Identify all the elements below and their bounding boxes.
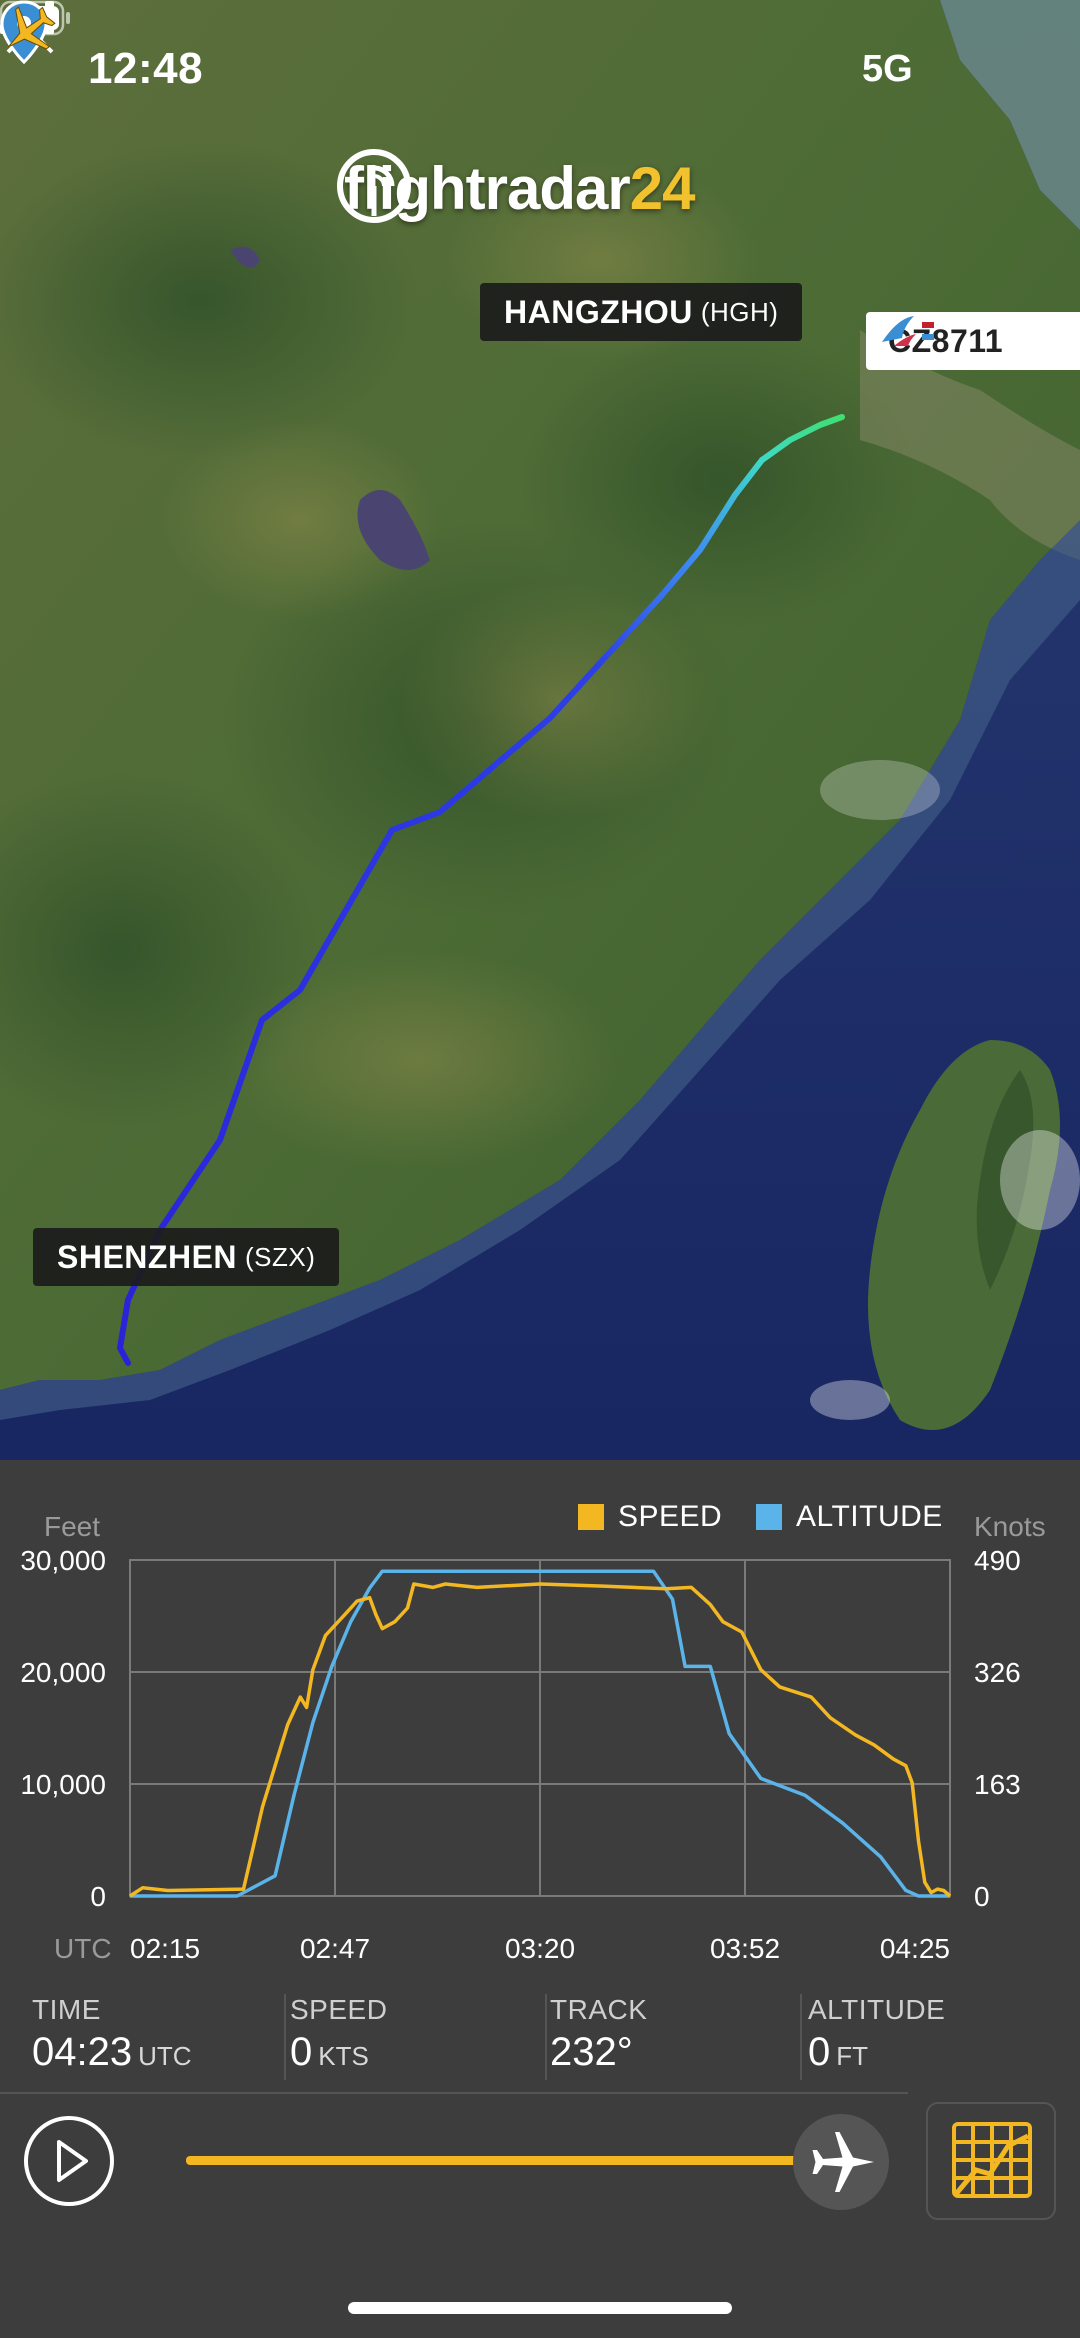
time-unit: UTC <box>138 2041 192 2071</box>
right-axis-title: Knots <box>974 1511 1046 1542</box>
info-speed: SPEED 0 KTS <box>290 1994 387 2075</box>
home-indicator <box>348 2302 732 2314</box>
x-tick-label: 02:47 <box>300 1933 370 1964</box>
y-right-tick-label: 0 <box>974 1881 990 1912</box>
x-tick-label: 02:15 <box>130 1933 200 1964</box>
x-tick-label: 03:20 <box>505 1933 575 1964</box>
chart-grid-icon <box>952 2122 1032 2198</box>
play-icon <box>57 2140 88 2182</box>
airline-logo-icon <box>882 316 934 346</box>
altitude-speed-chart[interactable]: SPEED ALTITUDE 30,000 20,000 10,000 0 490 326… <box>0 1460 1080 1980</box>
y-left-tick-label: 30,000 <box>20 1545 106 1576</box>
speed-unit: KTS <box>318 2041 369 2071</box>
speed-label: SPEED <box>290 1994 388 2025</box>
flightradar24-logo: flightradar24 <box>334 146 696 230</box>
radar-logo-icon <box>337 149 411 223</box>
status-bar: 12:48 5G <box>0 0 1080 140</box>
origin-label[interactable]: SHENZHEN (SZX) <box>33 1228 340 1286</box>
origin-city: SHENZHEN <box>57 1238 238 1275</box>
clock: 12:48 <box>88 44 204 93</box>
y-left-tick-label: 10,000 <box>20 1769 106 1800</box>
x-tick-label: 04:25 <box>880 1933 950 1964</box>
info-time: TIME 04:23 UTC <box>32 1994 192 2075</box>
x-axis-title: UTC <box>54 1933 112 1964</box>
y-right-tick-label: 163 <box>974 1769 1021 1800</box>
altitude-unit: FT <box>836 2041 869 2071</box>
track-label: TRACK <box>550 1994 648 2025</box>
origin-code: (SZX) <box>245 1241 316 1272</box>
y-left-tick-label: 20,000 <box>20 1657 106 1688</box>
y-right-tick-label: 490 <box>974 1545 1021 1576</box>
network-type: 5G <box>862 48 913 90</box>
flight-map[interactable]: 12:48 5G flightradar24 HANGZHOU (HGH) SH… <box>0 0 1080 1460</box>
divider <box>284 1994 286 2080</box>
info-altitude: ALTITUDE 0 FT <box>808 1994 945 2075</box>
brand-number: 24 <box>629 154 696 222</box>
chart-toggle-button[interactable] <box>926 2102 1056 2220</box>
info-track: TRACK 232° <box>550 1994 647 2075</box>
x-tick-label: 03:52 <box>710 1933 780 1964</box>
aircraft-handle-icon <box>812 2132 874 2192</box>
destination-label[interactable]: HANGZHOU (HGH) <box>480 283 803 341</box>
divider <box>800 1994 802 2080</box>
speed-value: 0 <box>290 2030 313 2074</box>
time-label: TIME <box>32 1994 101 2025</box>
playback-scrubber[interactable] <box>186 2156 841 2165</box>
time-value: 04:23 <box>32 2030 133 2074</box>
y-right-tick-label: 326 <box>974 1657 1021 1688</box>
play-button[interactable] <box>24 2116 114 2206</box>
scrubber-handle[interactable] <box>793 2114 889 2210</box>
destination-code: (HGH) <box>700 296 779 327</box>
altitude-value: 0 <box>808 2030 831 2074</box>
track-value: 232° <box>550 2030 633 2074</box>
flight-callout[interactable]: CZ8711 <box>866 312 1080 370</box>
chart-canvas: 30,000 20,000 10,000 0 490 326 163 0 02:15 02:47 0… <box>20 1511 1046 1964</box>
aircraft-icon[interactable] <box>0 0 60 60</box>
divider <box>545 1994 547 2080</box>
destination-city: HANGZHOU <box>504 293 693 330</box>
flight-info-row: TIME 04:23 UTC SPEED 0 KTS TRACK 232° ALTI… <box>0 1980 1080 2090</box>
y-left-tick-label: 0 <box>90 1881 106 1912</box>
left-axis-title: Feet <box>44 1511 100 1542</box>
altitude-label: ALTITUDE <box>808 1994 946 2025</box>
